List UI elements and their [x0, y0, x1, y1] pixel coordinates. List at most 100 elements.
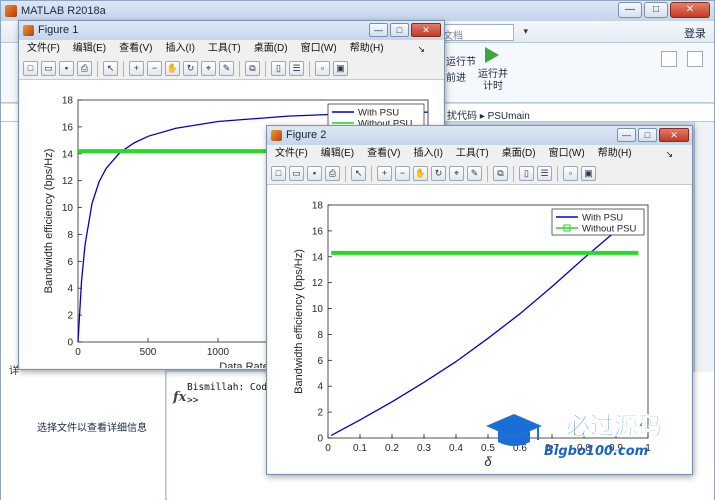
dock-icon[interactable]: ↘ [665, 145, 673, 163]
menu-help[interactable]: 帮助(H) [350, 40, 384, 58]
zoom-in-icon[interactable]: + [377, 166, 392, 181]
print-icon[interactable]: ⎙ [77, 61, 92, 76]
menu-view[interactable]: 查看(V) [367, 145, 400, 163]
menu-desktop[interactable]: 桌面(D) [254, 40, 288, 58]
x-tick-label: 0.1 [353, 443, 367, 454]
zoom-out-icon[interactable]: − [147, 61, 162, 76]
rotate-icon[interactable]: ↻ [431, 166, 446, 181]
save-icon[interactable]: ▪ [59, 61, 74, 76]
breadcrumb[interactable]: 扰代码 ▸ PSUmain [447, 107, 530, 122]
search-dropdown-icon[interactable]: ▾ [523, 26, 528, 37]
maximize-button[interactable]: □ [644, 2, 668, 18]
y-tick-label: 18 [62, 96, 74, 107]
y-tick-label: 10 [312, 304, 324, 315]
figure-2-titlebar[interactable]: Figure 2 — □ ✕ [267, 126, 692, 145]
y-tick-label: 10 [62, 203, 74, 214]
figure-2-window-controls: — □ ✕ [617, 128, 689, 142]
preferences-icon[interactable] [687, 51, 703, 67]
toolbar-separator [239, 60, 240, 77]
menu-view[interactable]: 查看(V) [119, 40, 152, 58]
colorbar-icon[interactable]: ▯ [271, 61, 286, 76]
toolbar-separator [123, 60, 124, 77]
toolbar-separator [345, 165, 346, 182]
menu-insert[interactable]: 插入(I) [165, 40, 194, 58]
menu-file[interactable]: 文件(F) [275, 145, 308, 163]
show-plot-tools-icon[interactable]: ▣ [581, 166, 596, 181]
run-and-time-icon[interactable] [485, 47, 499, 63]
minimize-button[interactable]: — [617, 128, 636, 142]
open-file-icon[interactable]: ▭ [41, 61, 56, 76]
hide-plot-tools-icon[interactable]: ▫ [315, 61, 330, 76]
new-figure-icon[interactable]: □ [23, 61, 38, 76]
figure-2-menubar: 文件(F) 编辑(E) 查看(V) 插入(I) 工具(T) 桌面(D) 窗口(W… [267, 145, 692, 163]
brush-icon[interactable]: ✎ [219, 61, 234, 76]
link-plot-icon[interactable]: ⧉ [245, 61, 260, 76]
data-cursor-icon[interactable]: ⌖ [201, 61, 216, 76]
maximize-button[interactable]: □ [638, 128, 657, 142]
advance-label[interactable]: 前进 [446, 73, 466, 85]
y-tick-label: 8 [67, 230, 73, 241]
x-tick-label: 0 [325, 443, 331, 454]
matlab-titlebar: MATLAB R2018a — □ ✕ [1, 1, 714, 21]
menu-tools[interactable]: 工具(T) [208, 40, 241, 58]
menu-edit[interactable]: 编辑(E) [73, 40, 106, 58]
run-section-label[interactable]: 运行节 [446, 57, 476, 69]
menu-file[interactable]: 文件(F) [27, 40, 60, 58]
y-tick-label: 14 [312, 252, 324, 263]
minimize-button[interactable]: — [369, 23, 388, 37]
login-link[interactable]: 登录 [684, 25, 706, 41]
menu-desktop[interactable]: 桌面(D) [502, 145, 536, 163]
new-figure-icon[interactable]: □ [271, 166, 286, 181]
menu-window[interactable]: 窗口(W) [549, 145, 585, 163]
colorbar-icon[interactable]: ▯ [519, 166, 534, 181]
figure-1-menubar: 文件(F) 编辑(E) 查看(V) 插入(I) 工具(T) 桌面(D) 窗口(W… [19, 40, 444, 58]
legend-icon[interactable]: ☰ [537, 166, 552, 181]
zoom-in-icon[interactable]: + [129, 61, 144, 76]
hide-plot-tools-icon[interactable]: ▫ [563, 166, 578, 181]
toolbar-separator [371, 165, 372, 182]
menu-window[interactable]: 窗口(W) [301, 40, 337, 58]
cmd-prompt[interactable]: >> [187, 395, 198, 406]
print-icon[interactable]: ⎙ [325, 166, 340, 181]
rotate-icon[interactable]: ↻ [183, 61, 198, 76]
dock-icon[interactable]: ↘ [417, 40, 425, 58]
menu-edit[interactable]: 编辑(E) [321, 145, 354, 163]
x-tick-label: 500 [140, 347, 157, 358]
link-plot-icon[interactable]: ⧉ [493, 166, 508, 181]
save-icon[interactable]: ▪ [307, 166, 322, 181]
pan-icon[interactable]: ✋ [413, 166, 428, 181]
menu-help[interactable]: 帮助(H) [598, 145, 632, 163]
menu-insert[interactable]: 插入(I) [413, 145, 442, 163]
toolbar-separator [309, 60, 310, 77]
layout-icon[interactable] [661, 51, 677, 67]
menu-tools[interactable]: 工具(T) [456, 145, 489, 163]
y-tick-label: 0 [317, 434, 323, 445]
figure-1-titlebar[interactable]: Figure 1 — □ ✕ [19, 21, 444, 40]
y-tick-label: 0 [67, 338, 73, 349]
y-tick-label: 6 [317, 356, 323, 367]
close-button[interactable]: ✕ [670, 2, 710, 18]
figure-icon [23, 25, 34, 36]
minimize-button[interactable]: — [618, 2, 642, 18]
legend-label: With PSU [358, 108, 399, 119]
graduation-cap-icon [486, 414, 542, 446]
pointer-icon[interactable]: ↖ [351, 166, 366, 181]
run-and-time-label[interactable]: 运行并 计时 [473, 69, 513, 93]
pointer-icon[interactable]: ↖ [103, 61, 118, 76]
fx-icon[interactable]: fx [173, 390, 186, 405]
pan-icon[interactable]: ✋ [165, 61, 180, 76]
y-tick-label: 12 [62, 176, 74, 187]
show-plot-tools-icon[interactable]: ▣ [333, 61, 348, 76]
toolbar-separator [97, 60, 98, 77]
maximize-button[interactable]: □ [390, 23, 409, 37]
brush-icon[interactable]: ✎ [467, 166, 482, 181]
close-button[interactable]: ✕ [411, 23, 441, 37]
legend-icon[interactable]: ☰ [289, 61, 304, 76]
close-button[interactable]: ✕ [659, 128, 689, 142]
x-tick-label: 0.4 [449, 443, 463, 454]
x-tick-label: 0.2 [385, 443, 399, 454]
open-file-icon[interactable]: ▭ [289, 166, 304, 181]
zoom-out-icon[interactable]: − [395, 166, 410, 181]
data-cursor-icon[interactable]: ⌖ [449, 166, 464, 181]
y-tick-label: 2 [67, 311, 73, 322]
